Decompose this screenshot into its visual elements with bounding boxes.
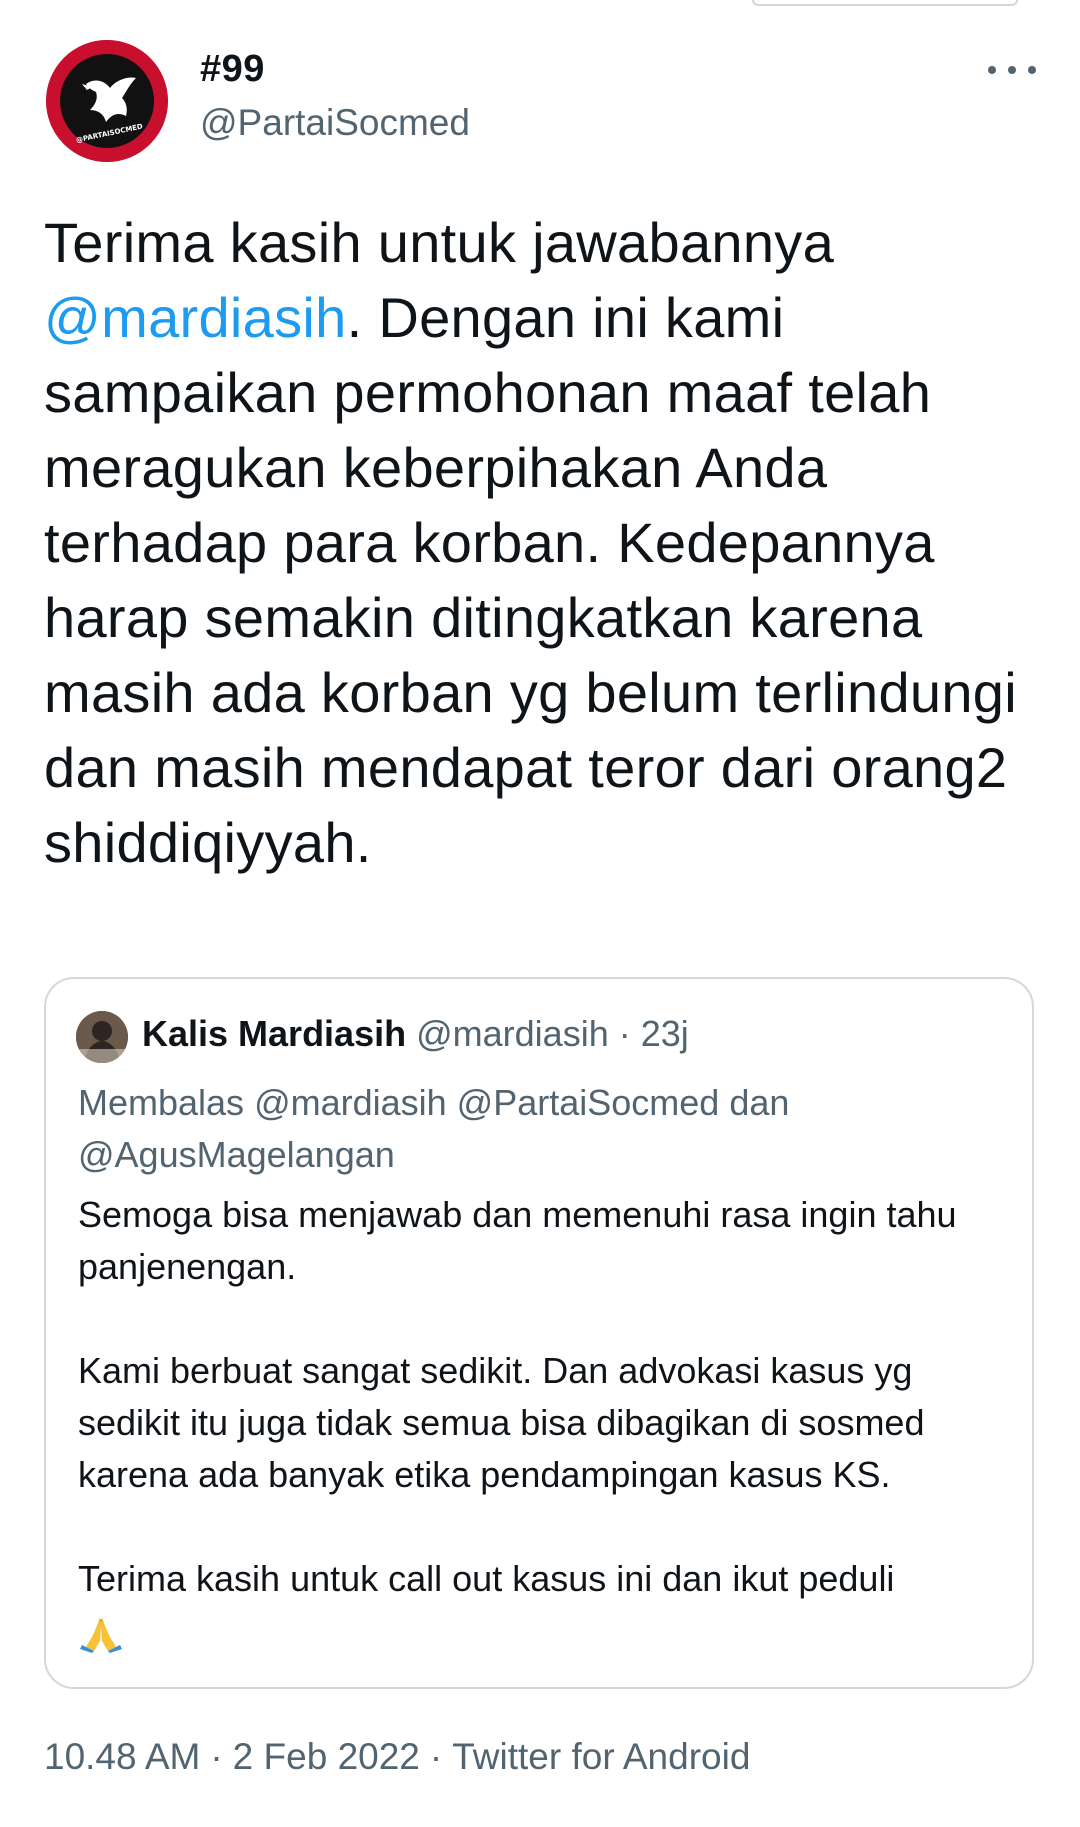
quoted-author-handle[interactable]: @mardiasih <box>416 1013 609 1054</box>
author-handle[interactable]: @PartaiSocmed <box>200 102 470 144</box>
more-dot <box>1008 66 1016 74</box>
footer-separator: · <box>210 1736 223 1777</box>
quoted-paragraph: Semoga bisa menjawab dan memenuhi rasa i… <box>78 1194 957 1287</box>
more-dot <box>988 66 996 74</box>
quoted-paragraph: Kami berbuat sangat sedikit. Dan advokas… <box>78 1350 925 1495</box>
quoted-paragraph-text: Terima kasih untuk call out kasus ini da… <box>78 1558 895 1599</box>
quoted-tweet-header: Kalis Mardiasih @mardiasih · 23j <box>142 1013 689 1055</box>
more-dot <box>1028 66 1036 74</box>
footer-separator: · <box>429 1736 443 1777</box>
folded-hands-icon <box>80 1617 122 1654</box>
quoted-tweet-body: Semoga bisa menjawab dan memenuhi rasa i… <box>78 1189 1008 1657</box>
quoted-avatar-photo-icon <box>76 1011 128 1063</box>
quoted-paragraph: Terima kasih untuk call out kasus ini da… <box>78 1553 1008 1657</box>
red-dove-logo-icon: @PARTAISOCMED <box>46 40 168 162</box>
quoted-tweet-card[interactable]: Kalis Mardiasih @mardiasih · 23j Membala… <box>44 977 1034 1689</box>
tweet-footer: 10.48 AM · 2 Feb 2022 · Twitter for Android <box>44 1736 750 1778</box>
author-avatar[interactable]: @PARTAISOCMED <box>46 40 168 162</box>
tweet-header: @PARTAISOCMED #99 @PartaiSocmed <box>0 0 1080 170</box>
quoted-author-avatar[interactable] <box>76 1011 128 1063</box>
tweet-text: Terima kasih untuk jawabannya @mardiasih… <box>44 205 1044 880</box>
more-horizontal-icon[interactable] <box>988 52 1036 88</box>
quoted-separator: · <box>618 1013 631 1054</box>
tweet-text-after: . Dengan ini kami sampaikan permohonan m… <box>44 286 1017 874</box>
quoted-author-name[interactable]: Kalis Mardiasih <box>142 1013 406 1054</box>
tweet-mention-link[interactable]: @mardiasih <box>44 286 347 349</box>
tweet-date[interactable]: 2 Feb 2022 <box>233 1736 420 1777</box>
quoted-reply-context: Membalas @mardiasih @PartaiSocmed dan @A… <box>78 1082 790 1175</box>
tweet-source-link[interactable]: Twitter for Android <box>452 1736 750 1777</box>
tweet-time[interactable]: 10.48 AM <box>44 1736 200 1777</box>
quoted-time-ago[interactable]: 23j <box>641 1013 689 1054</box>
tweet-text-before: Terima kasih untuk jawabannya <box>44 211 835 274</box>
author-display-name[interactable]: #99 <box>200 48 265 91</box>
